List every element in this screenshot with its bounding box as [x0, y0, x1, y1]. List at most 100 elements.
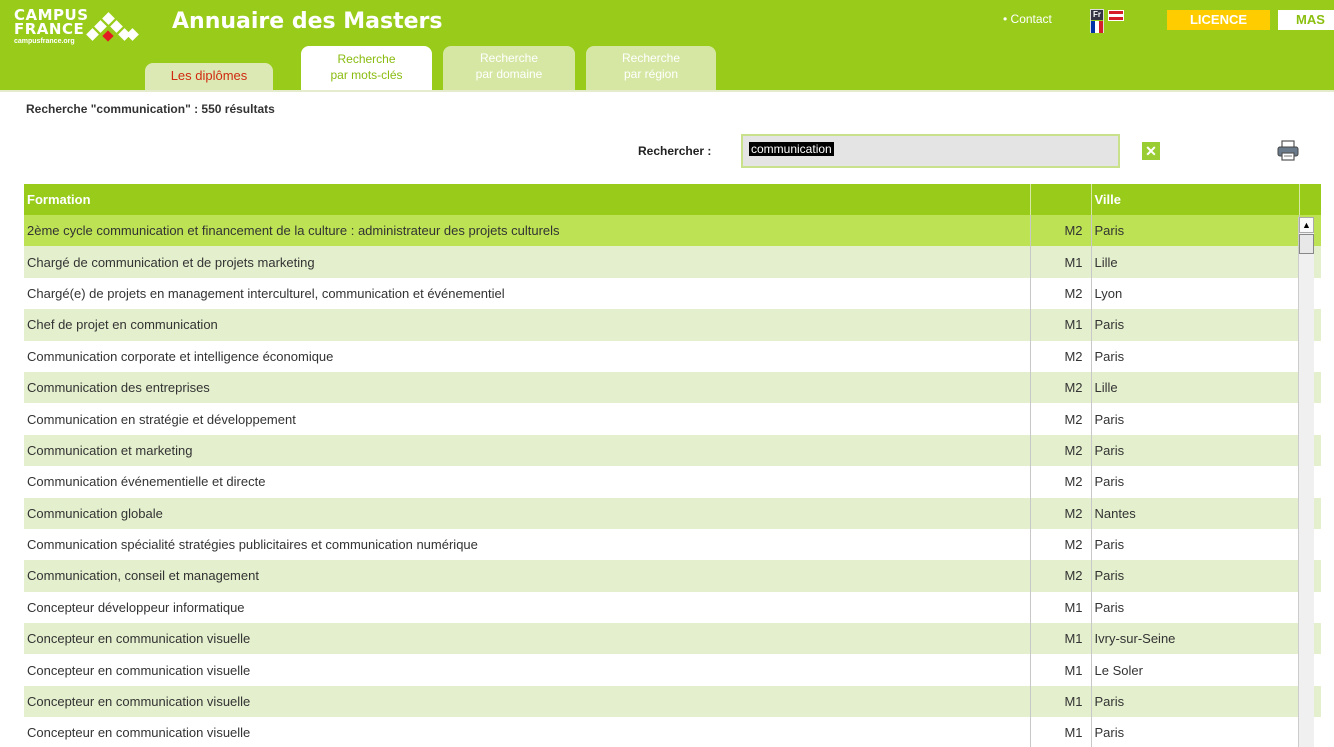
cell-ville[interactable]: Lille [1091, 371, 1300, 404]
cell-level[interactable]: M2 [1030, 560, 1092, 592]
cell-formation[interactable]: Communication en stratégie et développem… [24, 403, 1031, 435]
contact-link[interactable]: • Contact [1003, 12, 1052, 26]
table-row[interactable]: Communication, conseil et management M2 Pa… [24, 560, 1321, 592]
uk-flag-icon[interactable] [1108, 10, 1124, 21]
cell-formation[interactable]: Concepteur développeur informatique [24, 591, 1031, 624]
cell-ville[interactable]: Lille [1091, 246, 1300, 278]
tab-recherche-domaine[interactable]: Recherche par domaine [443, 46, 575, 90]
cell-level[interactable]: M2 [1030, 340, 1092, 372]
cell-level[interactable]: M2 [1030, 497, 1092, 529]
cell-formation[interactable]: Concepteur en communication visuelle [24, 685, 1031, 718]
cell-ville[interactable]: Paris [1091, 685, 1300, 718]
cell-formation[interactable]: Communication événementielle et directe [24, 466, 1031, 498]
header-formation[interactable]: Formation [24, 184, 1031, 215]
result-count: Recherche "communication" : 550 résultat… [26, 102, 275, 116]
cell-formation[interactable]: Communication et marketing [24, 434, 1031, 467]
tab-domaine-line-1: Recherche [479, 51, 539, 65]
cell-ville[interactable]: Paris [1091, 309, 1300, 341]
cell-formation[interactable]: Communication, conseil et management [24, 560, 1031, 592]
cell-formation[interactable]: Chargé de communication et de projets ma… [24, 246, 1031, 278]
cell-ville[interactable]: Paris [1091, 215, 1300, 247]
table-header-row: Formation Ville [24, 184, 1321, 215]
scroll-up-arrow-icon[interactable]: ▲ [1299, 217, 1314, 233]
table-row[interactable]: Communication en stratégie et développem… [24, 403, 1321, 435]
cell-ville[interactable]: Paris [1091, 717, 1300, 747]
header-scroll-spacer [1299, 184, 1321, 215]
cell-ville[interactable]: Paris [1091, 466, 1300, 498]
cell-ville[interactable]: Lyon [1091, 277, 1300, 310]
table-row[interactable]: Chef de projet en communication M1 Paris [24, 309, 1321, 341]
cell-formation[interactable]: Concepteur en communication visuelle [24, 654, 1031, 686]
cell-ville[interactable]: Paris [1091, 591, 1300, 624]
tab-diplomes[interactable]: Les diplômes [145, 63, 273, 90]
cell-level[interactable]: M2 [1030, 403, 1092, 435]
cell-formation[interactable]: 2ème cycle communication et financement … [24, 215, 1031, 247]
header-level[interactable] [1030, 184, 1092, 215]
cell-level[interactable]: M2 [1030, 371, 1092, 404]
table-row[interactable]: Communication spécialité stratégies publ… [24, 528, 1321, 561]
table-row[interactable]: Communication événementielle et directe M… [24, 466, 1321, 498]
cell-formation[interactable]: Communication globale [24, 497, 1031, 529]
french-flag-icon[interactable]: Fr [1090, 9, 1104, 33]
campus-france-logo[interactable]: CAMPUS FRANCE campusfrance.org [14, 8, 164, 50]
table-row[interactable]: Communication corporate et intelligence … [24, 340, 1321, 372]
tab-recherche-region[interactable]: Recherche par région [586, 46, 716, 90]
tab-region-line-1: Recherche [621, 51, 681, 65]
table-row[interactable]: Concepteur développeur informatique M1 Par… [24, 591, 1321, 624]
cell-level[interactable]: M1 [1030, 246, 1092, 278]
cell-formation[interactable]: Chef de projet en communication [24, 309, 1031, 341]
cell-ville[interactable]: Paris [1091, 340, 1300, 372]
tab-region-line-2: par région [623, 67, 679, 81]
clear-search-button[interactable]: ✕ [1142, 142, 1160, 160]
cell-ville[interactable]: Ivry-sur-Seine [1091, 623, 1300, 655]
search-input[interactable]: communication [741, 134, 1120, 168]
cell-formation[interactable]: Communication spécialité stratégies publ… [24, 528, 1031, 561]
logo-url: campusfrance.org [14, 38, 75, 45]
table-row[interactable]: Communication globale M2 Nantes [24, 497, 1321, 529]
header-ville[interactable]: Ville [1091, 184, 1300, 215]
table-row[interactable]: Concepteur en communication visuelle M1 Pa… [24, 717, 1321, 747]
cell-level[interactable]: M2 [1030, 466, 1092, 498]
cell-level[interactable]: M1 [1030, 623, 1092, 655]
cell-level[interactable]: M1 [1030, 717, 1092, 747]
table-scrollbar[interactable]: ▲ [1298, 217, 1314, 747]
cell-ville[interactable]: Paris [1091, 528, 1300, 561]
cell-formation[interactable]: Communication des entreprises [24, 371, 1031, 404]
table-row[interactable]: 2ème cycle communication et financement … [24, 215, 1321, 247]
print-icon[interactable] [1276, 140, 1300, 162]
cell-level[interactable]: M2 [1030, 528, 1092, 561]
cell-ville[interactable]: Paris [1091, 560, 1300, 592]
table-row[interactable]: Communication des entreprises M2 Lille [24, 371, 1321, 404]
table-row[interactable]: Chargé(e) de projets en management inter… [24, 277, 1321, 310]
cell-level[interactable]: M1 [1030, 591, 1092, 624]
cell-formation[interactable]: Chargé(e) de projets en management inter… [24, 277, 1031, 310]
tab-recherche-mots-cles[interactable]: Recherche par mots-clés [301, 46, 432, 90]
cell-ville[interactable]: Paris [1091, 403, 1300, 435]
cell-level[interactable]: M1 [1030, 654, 1092, 686]
table-row[interactable]: Concepteur en communication visuelle M1 Pa… [24, 685, 1321, 718]
cell-level[interactable]: M2 [1030, 277, 1092, 310]
diamond-logo-icon [86, 12, 139, 42]
licence-button[interactable]: LICENCE [1167, 10, 1270, 30]
table-row[interactable]: Communication et marketing M2 Paris [24, 434, 1321, 467]
tab-mots-line-1: Recherche [337, 52, 396, 66]
table-row[interactable]: Concepteur en communication visuelle M1 Iv… [24, 623, 1321, 655]
logo-text: CAMPUS FRANCE [14, 8, 89, 37]
master-button[interactable]: MAS [1278, 10, 1334, 30]
cell-level[interactable]: M2 [1030, 434, 1092, 467]
cell-level[interactable]: M1 [1030, 685, 1092, 718]
cell-level[interactable]: M1 [1030, 309, 1092, 341]
fr-label: Fr [1091, 10, 1103, 20]
scroll-thumb[interactable] [1299, 234, 1314, 254]
table-row[interactable]: Concepteur en communication visuelle M1 Le… [24, 654, 1321, 686]
cell-ville[interactable]: Le Soler [1091, 654, 1300, 686]
tab-diplomes-label: Les diplômes [170, 68, 248, 83]
cell-level[interactable]: M2 [1030, 215, 1092, 247]
cell-formation[interactable]: Concepteur en communication visuelle [24, 717, 1031, 747]
cell-formation[interactable]: Concepteur en communication visuelle [24, 623, 1031, 655]
cell-formation[interactable]: Communication corporate et intelligence … [24, 340, 1031, 372]
cell-ville[interactable]: Paris [1091, 434, 1300, 467]
cell-ville[interactable]: Nantes [1091, 497, 1300, 529]
table-row[interactable]: Chargé de communication et de projets ma… [24, 246, 1321, 278]
language-switcher: Fr [1090, 9, 1130, 35]
